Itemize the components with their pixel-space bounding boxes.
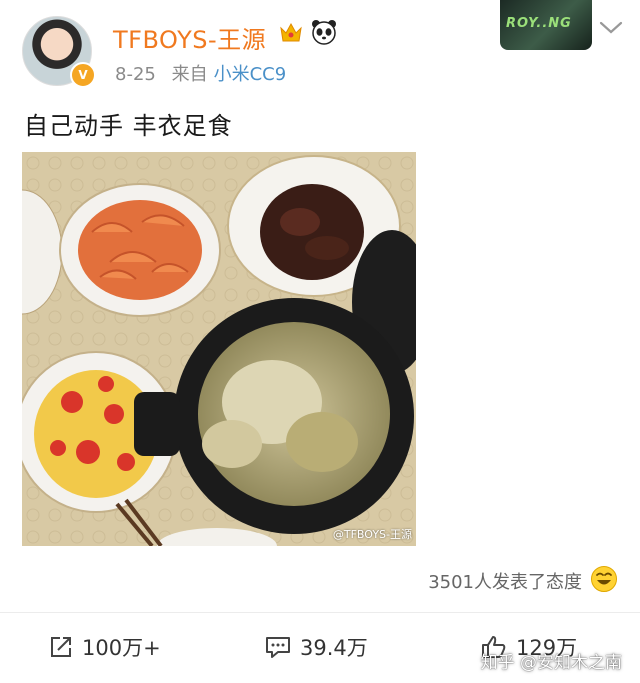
share-button[interactable]: 100万+ (48, 632, 161, 662)
zhihu-watermark: 知乎 @安知木之南 (480, 653, 622, 673)
source-prefix: 来自 (171, 64, 208, 85)
share-count: 100万+ (82, 636, 161, 660)
post-text: 自己动手 丰衣足食 (24, 112, 233, 140)
food-photo-illustration (22, 152, 416, 546)
image-watermark: @TFBOYS-王源 (332, 528, 412, 541)
source-device-link[interactable]: 小米CC9 (214, 64, 287, 85)
post-meta: 8-25 来自 小米CC9 (115, 60, 286, 86)
cover-text: ROY..NG (506, 16, 572, 31)
share-icon (51, 637, 71, 657)
reactions-summary[interactable]: 3501人发表了态度 (428, 568, 582, 594)
chevron-down-icon[interactable] (598, 20, 624, 36)
crown-icon (280, 22, 302, 42)
comment-icon (266, 637, 290, 658)
comment-button[interactable]: 39.4万 (264, 632, 368, 662)
smiley-icon (591, 566, 617, 592)
verified-badge: V (70, 62, 96, 88)
username[interactable]: TFBOYS-王源 (113, 20, 266, 55)
profile-cover-thumbnail[interactable]: ROY..NG (500, 0, 592, 50)
panda-icon (312, 20, 336, 45)
comment-count: 39.4万 (300, 636, 368, 660)
divider (0, 612, 640, 613)
post-date: 8-25 (115, 64, 156, 85)
post-photo[interactable]: @TFBOYS-王源 (22, 152, 416, 546)
